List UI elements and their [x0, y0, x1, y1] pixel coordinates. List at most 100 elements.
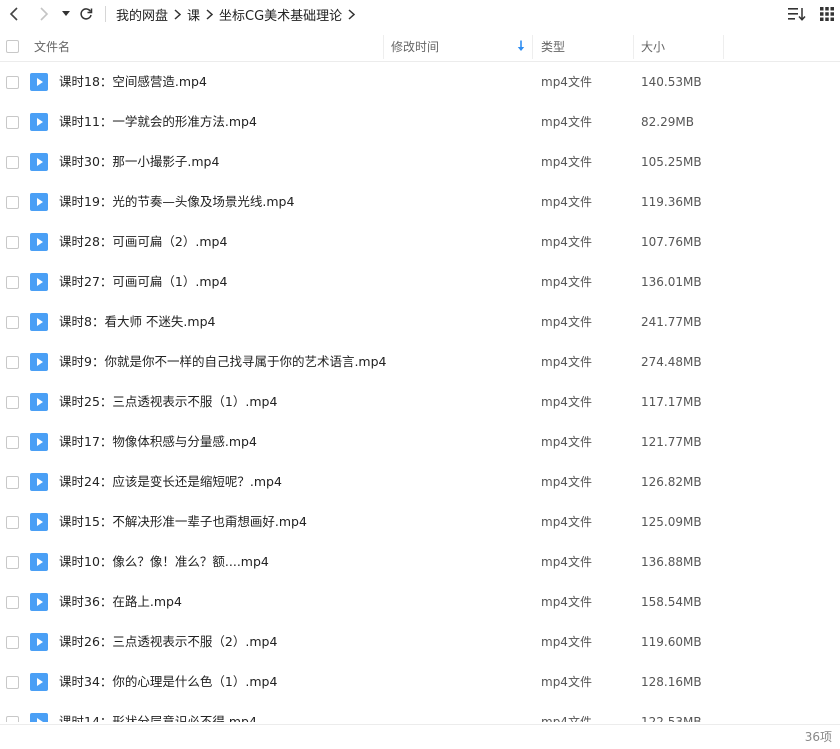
row-checkbox[interactable] [6, 476, 19, 489]
row-checkbox[interactable] [6, 76, 19, 89]
breadcrumb-item-current[interactable]: 坐标CG美术基础理论 [219, 5, 342, 24]
file-size: 126.82MB [641, 475, 702, 489]
file-size: 82.29MB [641, 115, 694, 129]
column-divider[interactable] [633, 35, 634, 59]
column-divider[interactable] [723, 35, 724, 59]
video-file-icon [30, 353, 48, 371]
row-checkbox[interactable] [6, 156, 19, 169]
item-count: 36项 [804, 730, 832, 744]
file-name[interactable]: 课时8：看大师 不迷失.mp4 [59, 302, 215, 342]
file-type: mp4文件 [541, 235, 592, 249]
file-size: 105.25MB [641, 155, 702, 169]
video-file-icon [30, 473, 48, 491]
file-row[interactable]: 课时8：看大师 不迷失.mp4 mp4文件 241.77MB [0, 302, 840, 342]
file-name[interactable]: 课时9：你就是你不一样的自己找寻属于你的艺术语言.mp4 [59, 342, 387, 382]
row-checkbox[interactable] [6, 436, 19, 449]
row-checkbox[interactable] [6, 516, 19, 529]
column-header-modified[interactable]: 修改时间 [391, 32, 439, 62]
file-row[interactable]: 课时25：三点透视表示不服（1）.mp4 mp4文件 117.17MB [0, 382, 840, 422]
file-row[interactable]: 课时17：物像体积感与分量感.mp4 mp4文件 121.77MB [0, 422, 840, 462]
file-row[interactable]: 课时26：三点透视表示不服（2）.mp4 mp4文件 119.60MB [0, 622, 840, 662]
file-type: mp4文件 [541, 675, 592, 689]
file-name[interactable]: 课时18：空间感营造.mp4 [59, 62, 207, 102]
file-row[interactable]: 课时27：可画可扁（1）.mp4 mp4文件 136.01MB [0, 262, 840, 302]
row-checkbox[interactable] [6, 236, 19, 249]
sort-icon[interactable] [786, 3, 808, 25]
file-row[interactable]: 课时34：你的心理是什么色（1）.mp4 mp4文件 128.16MB [0, 662, 840, 702]
row-checkbox[interactable] [6, 676, 19, 689]
breadcrumb: 我的网盘 课 坐标CG美术基础理论 [116, 5, 361, 24]
back-arrow-icon[interactable] [3, 2, 25, 26]
row-checkbox[interactable] [6, 396, 19, 409]
file-name[interactable]: 课时28：可画可扁（2）.mp4 [59, 222, 227, 262]
chevron-right-icon [206, 8, 214, 20]
file-row[interactable]: 课时36：在路上.mp4 mp4文件 158.54MB [0, 582, 840, 622]
history-dropdown-icon[interactable] [59, 2, 73, 26]
file-name[interactable]: 课时11：一学就会的形准方法.mp4 [59, 102, 257, 142]
row-checkbox[interactable] [6, 196, 19, 209]
forward-arrow-icon[interactable] [33, 2, 55, 26]
row-checkbox[interactable] [6, 556, 19, 569]
sort-descending-icon[interactable] [517, 40, 525, 55]
row-checkbox[interactable] [6, 596, 19, 609]
file-name[interactable]: 课时36：在路上.mp4 [59, 582, 182, 622]
column-header-type[interactable]: 类型 [541, 32, 565, 62]
file-type: mp4文件 [541, 315, 592, 329]
file-type: mp4文件 [541, 635, 592, 649]
file-name[interactable]: 课时34：你的心理是什么色（1）.mp4 [59, 662, 277, 702]
column-divider[interactable] [532, 35, 533, 59]
file-name[interactable]: 课时27：可画可扁（1）.mp4 [59, 262, 227, 302]
file-row[interactable]: 课时9：你就是你不一样的自己找寻属于你的艺术语言.mp4 mp4文件 274.48M… [0, 342, 840, 382]
file-row[interactable]: 课时28：可画可扁（2）.mp4 mp4文件 107.76MB [0, 222, 840, 262]
file-type: mp4文件 [541, 555, 592, 569]
column-header-name[interactable]: 文件名 [34, 32, 70, 62]
video-file-icon [30, 393, 48, 411]
row-checkbox[interactable] [6, 356, 19, 369]
file-row[interactable]: 课时15：不解决形准一辈子也甭想画好.mp4 mp4文件 125.09MB [0, 502, 840, 542]
file-name[interactable]: 课时17：物像体积感与分量感.mp4 [59, 422, 257, 462]
file-type: mp4文件 [541, 195, 592, 209]
row-checkbox[interactable] [6, 716, 19, 722]
file-name[interactable]: 课时24：应该是变长还是缩短呢？.mp4 [59, 462, 282, 502]
column-divider[interactable] [383, 35, 384, 59]
column-header: 文件名 修改时间 类型 大小 [0, 32, 840, 62]
row-checkbox[interactable] [6, 276, 19, 289]
select-all-checkbox[interactable] [6, 40, 19, 53]
file-size: 121.77MB [641, 435, 702, 449]
row-checkbox[interactable] [6, 316, 19, 329]
file-name[interactable]: 课时30：那一小撮影子.mp4 [59, 142, 219, 182]
file-row[interactable]: 课时30：那一小撮影子.mp4 mp4文件 105.25MB [0, 142, 840, 182]
file-type: mp4文件 [541, 115, 592, 129]
file-name[interactable]: 课时14：形状分层意识必不得.mp4 [59, 702, 257, 722]
column-header-size[interactable]: 大小 [641, 32, 665, 62]
row-checkbox[interactable] [6, 636, 19, 649]
video-file-icon [30, 313, 48, 331]
file-row[interactable]: 课时14：形状分层意识必不得.mp4 mp4文件 122.53MB [0, 702, 840, 722]
video-file-icon [30, 633, 48, 651]
file-row[interactable]: 课时24：应该是变长还是缩短呢？.mp4 mp4文件 126.82MB [0, 462, 840, 502]
file-row[interactable]: 课时10：像么？像！准么？额....mp4 mp4文件 136.88MB [0, 542, 840, 582]
file-size: 117.17MB [641, 395, 702, 409]
chevron-right-icon [174, 8, 182, 20]
file-type: mp4文件 [541, 395, 592, 409]
file-name[interactable]: 课时26：三点透视表示不服（2）.mp4 [59, 622, 277, 662]
file-row[interactable]: 课时11：一学就会的形准方法.mp4 mp4文件 82.29MB [0, 102, 840, 142]
file-row[interactable]: 课时19：光的节奏—头像及场景光线.mp4 mp4文件 119.36MB [0, 182, 840, 222]
file-size: 158.54MB [641, 595, 702, 609]
breadcrumb-item-folder[interactable]: 课 [187, 5, 200, 24]
row-checkbox[interactable] [6, 116, 19, 129]
video-file-icon [30, 273, 48, 291]
grid-view-icon[interactable] [816, 3, 838, 25]
file-name[interactable]: 课时15：不解决形准一辈子也甭想画好.mp4 [59, 502, 307, 542]
breadcrumb-item-root[interactable]: 我的网盘 [116, 5, 168, 24]
toolbar: 我的网盘 课 坐标CG美术基础理论 [0, 0, 840, 28]
video-file-icon [30, 433, 48, 451]
refresh-icon[interactable] [75, 2, 97, 26]
file-type: mp4文件 [541, 435, 592, 449]
chevron-right-icon[interactable] [348, 8, 356, 20]
file-type: mp4文件 [541, 355, 592, 369]
file-name[interactable]: 课时19：光的节奏—头像及场景光线.mp4 [59, 182, 294, 222]
file-name[interactable]: 课时10：像么？像！准么？额....mp4 [59, 542, 269, 582]
file-name[interactable]: 课时25：三点透视表示不服（1）.mp4 [59, 382, 277, 422]
file-row[interactable]: 课时18：空间感营造.mp4 mp4文件 140.53MB [0, 62, 840, 102]
